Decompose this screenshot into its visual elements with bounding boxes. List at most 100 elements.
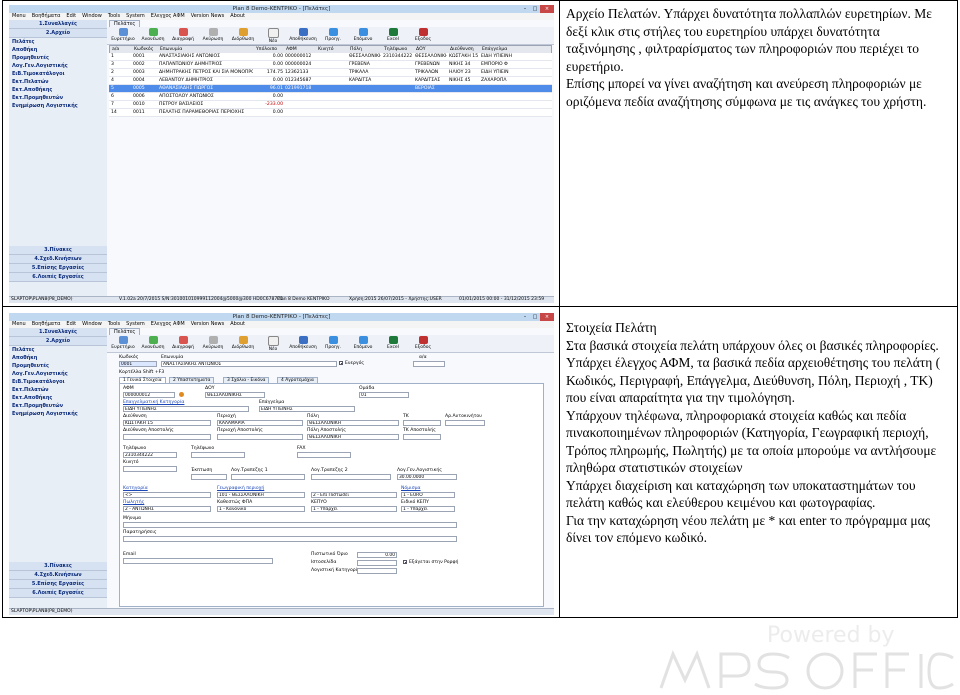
group-field[interactable]: 01 [359,392,409,398]
discount-field[interactable] [191,474,227,480]
cancel-button[interactable]: Ακύρωση [199,336,227,351]
postcode-field[interactable] [403,420,441,426]
code-field[interactable]: 0001 [119,361,157,367]
new-button[interactable]: Νέο [259,336,287,352]
category-select[interactable]: <> [123,492,211,498]
col-header-city[interactable]: Πόλη [350,46,362,53]
nav-section-tables[interactable]: 3.Πίνακες [9,562,107,571]
ship-postcode-field[interactable] [403,434,441,440]
menu-item[interactable]: Ελεγχος ΑΦΜ [151,321,185,328]
exit-button[interactable]: Εξοδος [409,28,437,43]
afm-check-icon[interactable] [179,392,184,397]
excel-button[interactable]: Excel [379,28,407,43]
accounting-category-field[interactable] [357,568,397,574]
credit-limit-field[interactable]: 0.00 [357,552,397,558]
col-header-afm[interactable]: ΑΦΜ [286,46,297,53]
minimize-icon[interactable]: – [520,5,530,13]
mobile-field[interactable] [123,466,177,472]
phone-field[interactable]: 2310344222 [123,452,177,458]
nav-item-customer-reports[interactable]: Εκτ.Πελατών [9,78,107,86]
fax-field[interactable] [297,452,351,458]
bank-account1-field[interactable] [231,474,305,480]
aa-field[interactable] [413,361,445,367]
stats-export-checkbox[interactable] [403,560,407,564]
nav-item-customers[interactable]: Πελάτες [9,346,107,354]
cancel-button[interactable]: Ακύρωση [199,28,227,43]
minimize-icon[interactable]: – [520,313,530,321]
nav-item-warehouse-reports[interactable]: Εκτ.Αποθήκης [9,86,107,94]
menu-item[interactable]: About [230,321,245,328]
message-field[interactable] [123,522,457,528]
profession-field[interactable]: ΕΙΔΗ ΥΓΙΕΙΝΗΣ [259,406,355,412]
nav-item-supplier-reports[interactable]: Εκτ.Προμηθευτών [9,94,107,102]
nav-item-warehouse[interactable]: Αποθήκη [9,354,107,362]
table-row[interactable]: 14 0011 ΠΕΛΑΤΗΣ ΠΑΡΑΜΕΘΟΡΙΑΣ ΠΕΡΙΟΧΗΣ 0.00 [109,109,552,117]
doy-field[interactable]: ΘΕΣΣΑΛΟΝΙΚΗΣ [205,392,265,398]
previous-button[interactable]: Προηγ. [319,336,347,351]
table-row[interactable]: 4 0004 ΛΕΒΑΝΤΟΥ ΔΗΜΗΤΡΙΟΣ 0.00 012345687 ΚΑΡΔ… [109,77,552,85]
close-icon[interactable]: × [540,5,554,13]
edit-button[interactable]: Διόρθωση [229,28,257,43]
nav-item-accounting-update[interactable]: Ενημέρωση Λογιστικής [9,102,107,110]
geo-area-select[interactable]: 101 - ΘΕΣΣΑΛΟΝΙΚΗ [217,492,305,498]
nav-item-suppliers[interactable]: Προμηθευτές [9,54,107,62]
nav-item-warehouse-reports[interactable]: Εκτ.Αποθήκης [9,394,107,402]
nav-section-tables[interactable]: 3.Πίνακες [9,246,107,255]
nav-item-gl-accounts[interactable]: Λογ.Γεν.Λογιστικής [9,370,107,378]
table-row[interactable]: 1 0001 ΑΝΑΣΤΑΣΙΑΚΗΣ ΑΝΤΩΝΙΟΣ 0.00 000000012 Θ… [109,53,552,61]
payment-terms-select[interactable]: 2 - Επί Πιστώσει [311,492,397,498]
salesman-select[interactable]: 2 - ΑΝΤΩΝΗΣ [123,506,211,512]
table-row[interactable]: 5 0005 ΑΘΑΝΑΣΙΑΔΗΣ ΓΙΩΡΓΟΣ 96.01 021991718 ΒΕ… [109,85,552,93]
special-kepy-select[interactable]: 1 - Υπάρχει [401,506,455,512]
col-header-name[interactable]: Επωνυμία [160,46,182,53]
refresh-button[interactable]: Ανανέωση [139,336,167,351]
bank-account2-field[interactable] [311,474,391,480]
nav-section-movements[interactable]: 4.Σχεδ.Κινήσεων [9,571,107,580]
new-button[interactable]: Νέο [259,28,287,44]
delete-button[interactable]: Διαγραφή [169,336,197,351]
geo-area-link[interactable]: Γεωγραφική περιοχή [217,486,264,491]
active-checkbox[interactable] [339,361,343,365]
profession-category-field[interactable]: ΕΙΔΗ ΥΓΙΕΙΝΗΣ [123,406,249,412]
nav-section-movements[interactable]: 4.Σχεδ.Κινήσεων [9,255,107,264]
table-row[interactable]: 7 0010 ΠΕΤΡΟΥ ΒΑΣΙΛΕΙΟΣ -233.00 [109,101,552,109]
website-field[interactable] [357,560,397,566]
menu-item[interactable]: Version News [191,13,225,20]
col-header-balance[interactable]: Υπόλοιπο [256,46,277,53]
nav-item-warehouse[interactable]: Αποθήκη [9,46,107,54]
menu-item[interactable]: Tools [108,321,120,328]
menu-item[interactable]: About [230,13,245,20]
nav-item-suppliers[interactable]: Προμηθευτές [9,362,107,370]
menu-item[interactable]: Edit [66,13,76,20]
col-header-aa[interactable]: a/a [112,46,119,53]
salesman-link[interactable]: Πωλητής [123,500,144,505]
close-icon[interactable]: × [540,313,554,321]
nav-item-supplier-reports[interactable]: Εκτ.Προμηθευτών [9,402,107,410]
col-header-address[interactable]: Διεύθυνση [450,46,474,53]
col-header-code[interactable]: Κωδικός [134,46,153,53]
nav-item-gl-accounts[interactable]: Λογ.Γεν.Λογιστικής [9,62,107,70]
menu-item[interactable]: Window [82,321,102,328]
profession-category-link[interactable]: Επαγγελματική Κατηγορία [123,400,184,405]
currency-select[interactable]: 1 - EURO [401,492,455,498]
car-number-field[interactable] [445,420,485,426]
index-button[interactable]: Ευρετήριο [109,28,137,43]
ship-area-field[interactable] [217,434,303,440]
col-header-phone[interactable]: Τηλέφωνο [384,46,407,53]
previous-button[interactable]: Προηγ. [319,28,347,43]
maximize-icon[interactable]: □ [530,313,540,321]
vat-status-select[interactable]: 1 - Κανονικό [217,506,305,512]
menu-item[interactable]: Tools [108,13,120,20]
nav-item-accounting-update[interactable]: Ενημέρωση Λογιστικής [9,410,107,418]
nav-item-customer-reports[interactable]: Εκτ.Πελατών [9,386,107,394]
next-button[interactable]: Επόμενο [349,336,377,351]
kepyo-select[interactable]: 1 - Υπάρχει [311,506,397,512]
nav-section-special[interactable]: 5.Επίσης Εργασίες [9,264,107,273]
afm-field[interactable]: 000000012 [123,392,175,398]
menu-item[interactable]: Βοηθήματα [32,13,61,20]
maximize-icon[interactable]: □ [530,5,540,13]
address-field[interactable]: ΚΩΣΤΑΚΗ 15 [123,420,211,426]
nav-section-transactions[interactable]: 1.Συναλλαγές [9,328,107,337]
nav-section-file[interactable]: 2.Αρχείο [9,337,107,346]
nav-item-price-lists[interactable]: ΕιΒ.Τιμοκατάλογοι [9,70,107,78]
